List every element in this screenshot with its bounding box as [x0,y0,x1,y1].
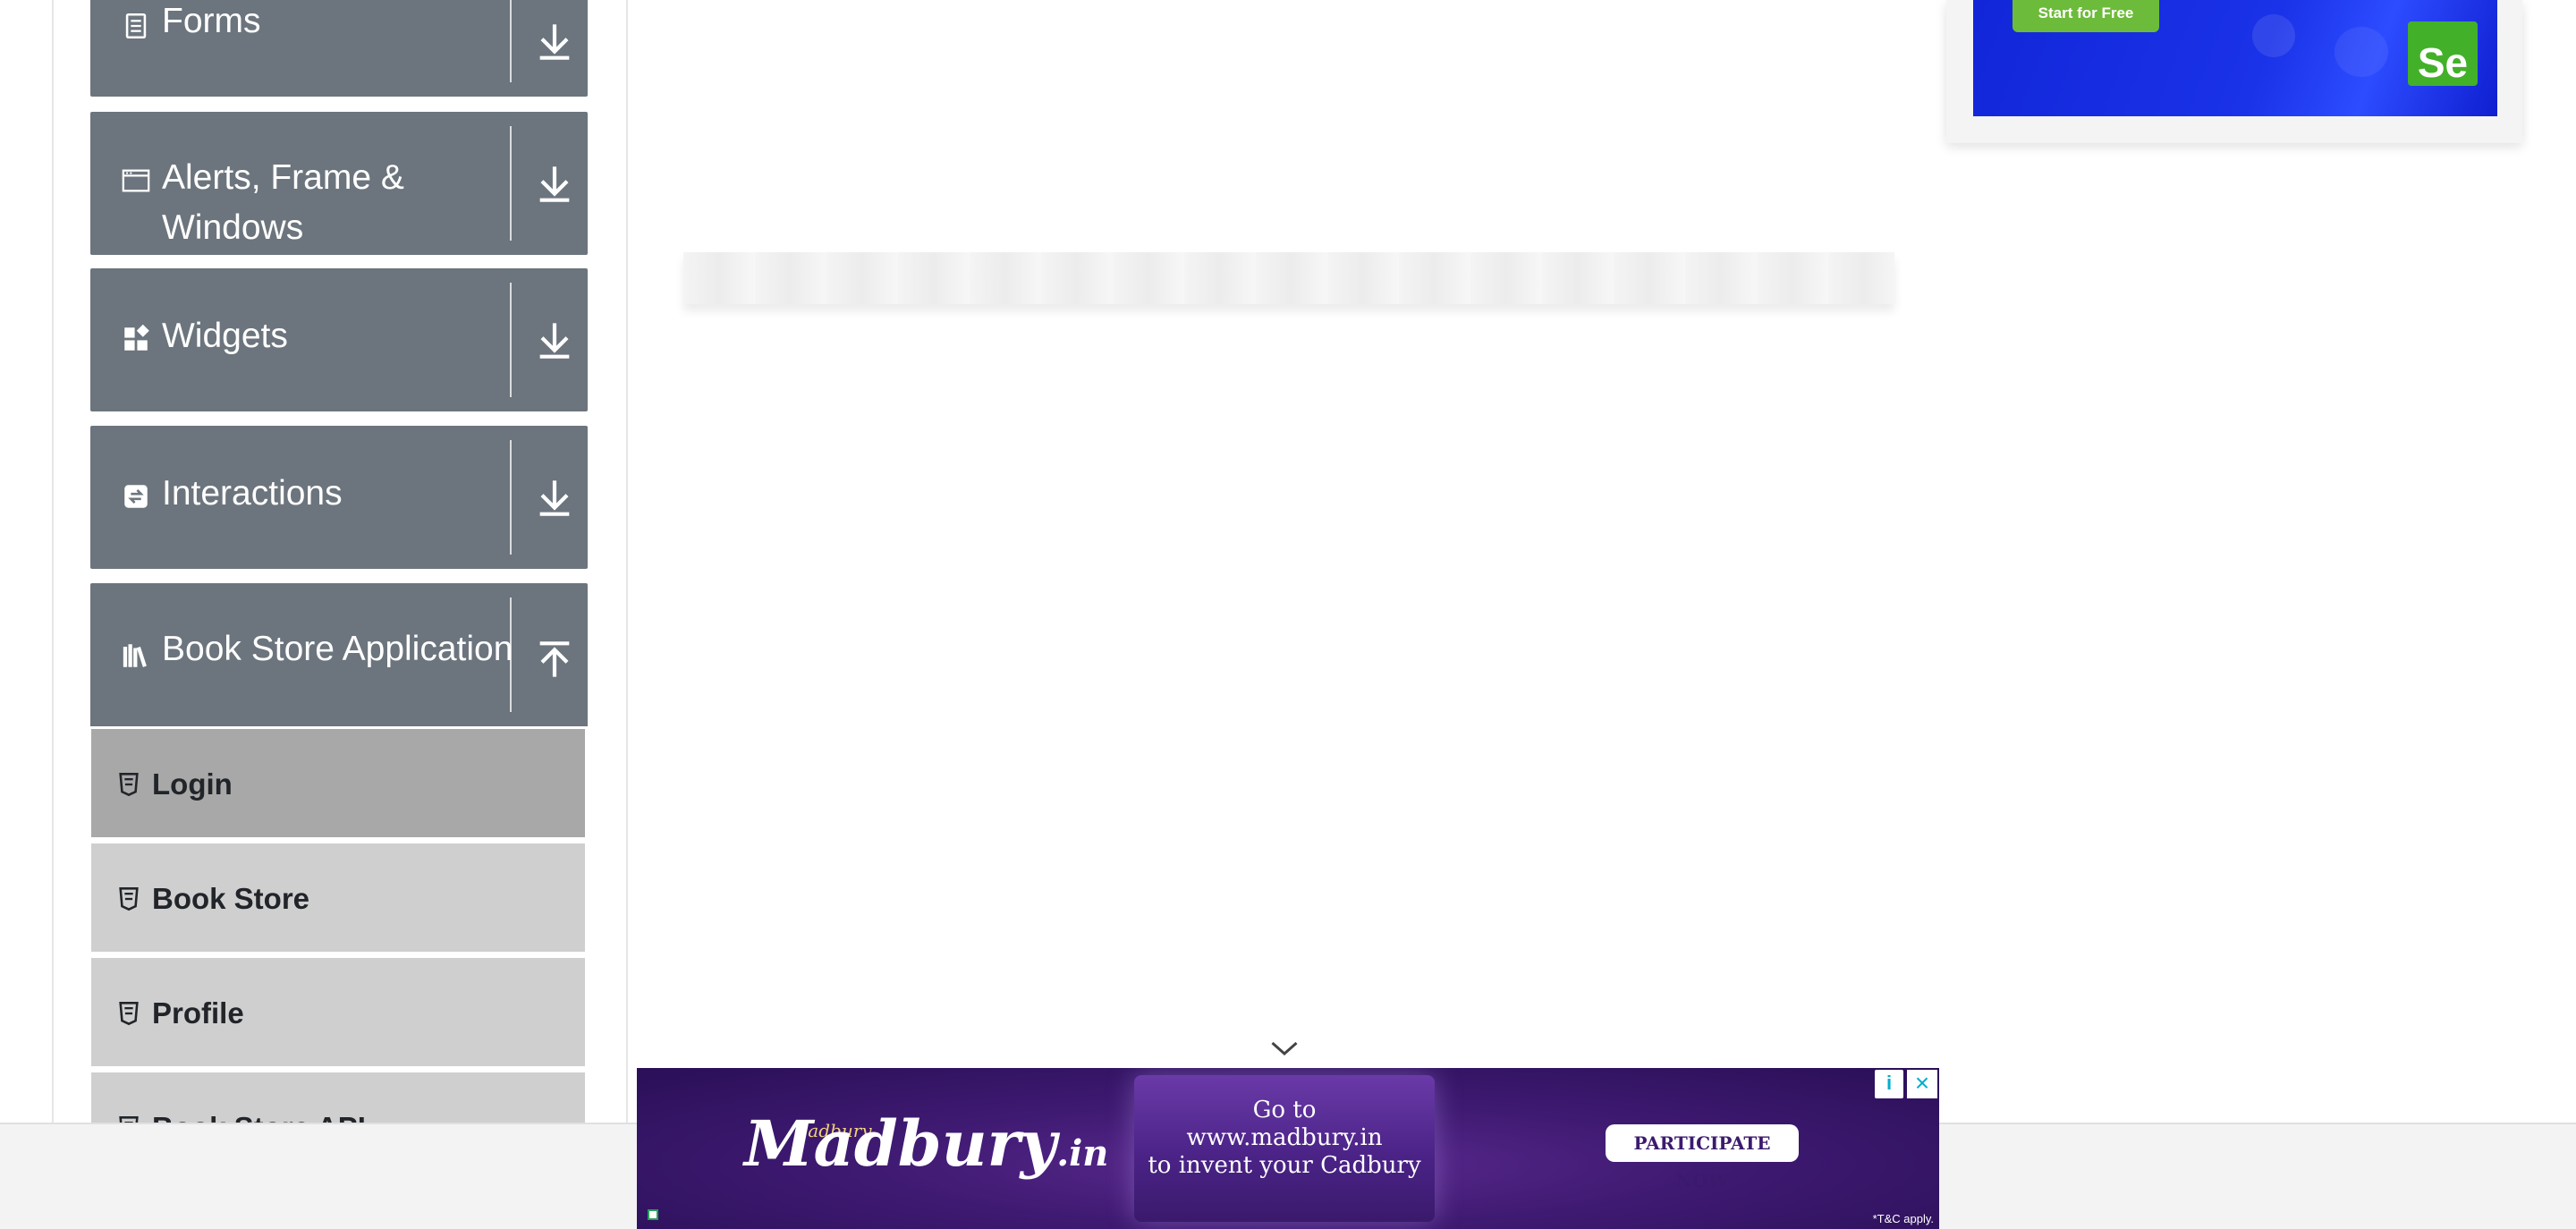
ad-message: Go to www.madbury.in to invent your Cadb… [1134,1097,1435,1180]
download-arrow-icon[interactable] [530,158,580,208]
sidebar-border [626,0,628,1123]
html5-icon [119,773,139,797]
group-forms[interactable]: Forms [90,0,588,97]
group-divider [510,0,512,82]
group-title-alerts: Alerts, Frame & Windows [162,158,404,247]
upload-arrow-icon[interactable] [530,635,580,685]
ad-decoration [2252,14,2295,57]
bottom-ad[interactable]: Cadbury Madbury.in Go to www.madbury.in … [637,1068,1939,1229]
group-title-book-store: Book Store Application [162,630,513,668]
top-right-ad[interactable]: Start for Free Se [1946,0,2522,143]
chevron-down-icon[interactable] [1268,1038,1301,1059]
group-divider [510,440,512,555]
menu-item-login[interactable]: Login [91,726,585,837]
html5-icon [119,1002,139,1026]
html5-icon [119,887,139,911]
group-divider [510,598,512,712]
books-icon [123,644,147,667]
menu-item-book-store[interactable]: Book Store [91,841,585,952]
participate-now-button[interactable]: PARTICIPATE NOW [1606,1124,1799,1191]
group-divider [510,283,512,397]
document-icon [125,13,147,39]
start-for-free-button[interactable]: Start for Free [2012,0,2159,32]
ad-terms: *T&C apply. [1872,1212,1934,1225]
group-divider [510,126,512,241]
menu-item-label: Login [152,767,233,801]
group-book-store-application[interactable]: Book Store Application [90,583,588,726]
group-interactions[interactable]: Interactions [90,426,588,569]
ad-brand-suffix: .in [1056,1132,1109,1174]
ad-message-line: Go to [1252,1097,1317,1123]
info-icon[interactable]: i [1875,1070,1903,1098]
interaction-icon [124,485,148,508]
group-widgets[interactable]: Widgets [90,268,588,411]
ad-banner[interactable]: Start for Free Se [1973,0,2497,116]
widgets-icon [124,324,149,351]
ad-brand: Madbury.in [744,1104,1108,1194]
menu-item-profile[interactable]: Profile [91,955,585,1066]
download-arrow-icon[interactable] [530,472,580,522]
selenium-logo: Se [2408,21,2478,86]
ad-brand-name: Madbury [744,1106,1057,1181]
menu-item-label: Profile [152,996,244,1030]
menu-item-label: Book Store [152,882,310,915]
ad-message-line: www.madbury.in [1186,1124,1383,1151]
group-title-interactions: Interactions [162,474,343,513]
ad-decoration [2334,27,2388,77]
group-alerts-frame-windows[interactable]: Alerts, Frame & Windows [90,112,588,255]
window-icon [122,169,150,192]
ad-message-line: to invent your Cadbury [1148,1152,1421,1179]
content-placeholder-strip [683,252,1894,304]
download-arrow-icon[interactable] [530,315,580,365]
group-title-forms: Forms [162,2,261,40]
left-page-border [52,0,54,1123]
page: Forms Alerts, Frame & Windows Widgets In… [0,0,2576,1229]
close-icon[interactable]: × [1907,1070,1937,1098]
ad-corner-marker [648,1209,658,1220]
group-title-widgets: Widgets [162,317,288,355]
download-arrow-icon[interactable] [530,16,580,66]
